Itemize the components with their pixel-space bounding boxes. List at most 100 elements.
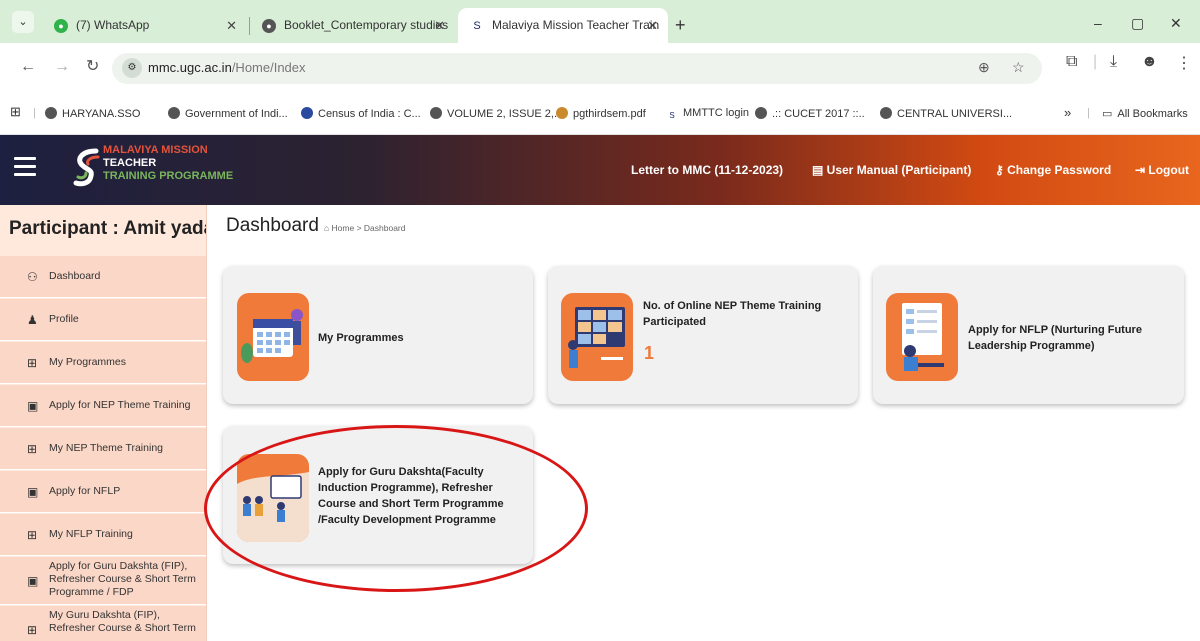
mmttp-logo-icon <box>73 148 100 187</box>
reload-icon[interactable]: ↻ <box>86 55 99 79</box>
card-title: Apply for NFLP (Nurturing Future Leaders… <box>968 324 1142 352</box>
bookmark-item[interactable]: HARYANA.SSO <box>45 107 140 120</box>
grid-icon: ⊞ <box>27 356 38 370</box>
sidebar-item-apply-guru-dakshta[interactable]: ▣ Apply for Guru Dakshta (FIP), Refreshe… <box>0 557 206 605</box>
folder-icon: ▭ <box>1102 108 1113 120</box>
online-training-illustration-icon <box>561 293 633 381</box>
site-info-icon[interactable]: ⚙ <box>122 58 142 78</box>
apps-grid-icon[interactable]: ⊞ <box>10 104 21 120</box>
close-tab-icon[interactable]: ✕ <box>434 8 445 43</box>
profile-avatar-icon[interactable]: ☻ <box>1141 53 1158 71</box>
close-tab-icon[interactable]: ✕ <box>226 8 237 43</box>
tab-whatsapp[interactable]: ● (7) WhatsApp ✕ <box>42 8 247 43</box>
census-icon <box>301 107 313 119</box>
dashboard-icon: ⚇ <box>27 270 38 284</box>
sidebar-item-apply-nep[interactable]: ▣ Apply for NEP Theme Training <box>0 385 206 427</box>
letter-to-mmc-link[interactable]: Letter to MMC (11-12-2023) <box>631 163 783 177</box>
tab-booklet[interactable]: ● Booklet_Contemporary studies ✕ <box>250 8 455 43</box>
toolbar-divider: | <box>1093 53 1098 70</box>
sidebar-item-profile[interactable]: ♟ Profile <box>0 299 206 341</box>
sidebar-item-label: My Guru Dakshta (FIP), Refresher Course … <box>49 609 196 634</box>
zoom-icon[interactable]: ⊕ <box>978 59 990 76</box>
card-apply-nflp[interactable]: Apply for NFLP (Nurturing Future Leaders… <box>873 266 1184 404</box>
globe-icon <box>168 107 180 119</box>
globe-icon <box>755 107 767 119</box>
grid-icon: ⊞ <box>27 442 38 456</box>
address-toolbar: ← → ↻ ⚙ mmc.ugc.ac.in/Home/Index ⊕ ☆ <box>0 43 1200 95</box>
address-bar[interactable]: ⚙ mmc.ugc.ac.in/Home/Index ⊕ ☆ <box>112 53 1042 84</box>
card-title: No. of Online NEP Theme Training Partici… <box>643 300 822 328</box>
bookmark-item[interactable]: VOLUME 2, ISSUE 2,... <box>430 107 563 120</box>
card-title: My Programmes <box>318 332 404 344</box>
sidebar-item-my-nflp[interactable]: ⊞ My NFLP Training <box>0 514 206 556</box>
globe-icon: ● <box>262 18 276 33</box>
sidebar-item-label: Apply for Guru Dakshta (FIP), Refresher … <box>49 560 196 598</box>
sidebar: Participant : Amit yadav ⚇ Dashboard ♟ P… <box>0 205 207 641</box>
forward-icon[interactable]: → <box>54 55 70 79</box>
bookmark-item[interactable]: Census of India : C... <box>301 107 421 120</box>
extensions-icon[interactable]: ⧉ <box>1066 53 1077 71</box>
sidebar-item-label: Dashboard <box>49 270 101 282</box>
sidebar-item-label: Apply for NFLP <box>49 485 121 497</box>
window-close-button[interactable]: ✕ <box>1170 8 1182 38</box>
bookmarks-overflow-button[interactable]: » <box>1064 105 1071 120</box>
user-manual-link[interactable]: ▤ User Manual (Participant) <box>812 163 971 177</box>
close-tab-icon[interactable]: ✕ <box>647 8 658 43</box>
grid-icon: ⊞ <box>27 623 38 637</box>
bookmark-item[interactable]: S MMTTC login <box>666 107 749 122</box>
bookmark-item[interactable]: pgthirdsem.pdf <box>556 107 646 120</box>
bookmark-star-icon[interactable]: ☆ <box>1012 59 1025 76</box>
checklist-illustration-icon <box>886 293 958 381</box>
more-menu-icon[interactable]: ⋮ <box>1176 53 1192 73</box>
bookmarks-bar: ⊞ | HARYANA.SSO Government of Indi... Ce… <box>0 95 1200 135</box>
breadcrumb-separator: > <box>356 223 362 233</box>
bookmark-item[interactable]: CENTRAL UNIVERSI... <box>880 107 1012 120</box>
site-header: MALAVIYA MISSION TEACHER TRAINING PROGRA… <box>0 135 1200 205</box>
breadcrumb: ⌂ Home > Dashboard <box>324 223 406 233</box>
sidebar-item-label: Profile <box>49 313 79 325</box>
sidebar-item-my-programmes[interactable]: ⊞ My Programmes <box>0 342 206 384</box>
breadcrumb-home[interactable]: Home <box>332 223 355 233</box>
card-nep-theme-training[interactable]: No. of Online NEP Theme Training Partici… <box>548 266 858 404</box>
card-title: Apply for Guru Dakshta(Faculty Induction… <box>318 466 504 526</box>
bookmark-item[interactable]: Government of Indi... <box>168 107 288 120</box>
book-icon: ▤ <box>812 163 827 177</box>
form-icon: ▣ <box>27 574 39 588</box>
logout-link[interactable]: ⇥ Logout <box>1135 163 1189 177</box>
change-password-link[interactable]: ⚷ Change Password <box>995 163 1111 177</box>
sidebar-item-apply-nflp[interactable]: ▣ Apply for NFLP <box>0 471 206 513</box>
tab-title: Booklet_Contemporary studies <box>284 18 449 32</box>
key-icon: ⚷ <box>995 163 1008 177</box>
card-my-programmes[interactable]: My Programmes <box>223 266 533 404</box>
tab-malaviya-mission[interactable]: S Malaviya Mission Teacher Train ✕ <box>458 8 668 43</box>
browser-tab-bar: ⌄ ● (7) WhatsApp ✕ ● Booklet_Contemporary … <box>0 0 1200 43</box>
tab-search-chevron-icon[interactable]: ⌄ <box>12 11 34 33</box>
breadcrumb-current: Dashboard <box>363 223 406 233</box>
url-text[interactable]: mmc.ugc.ac.in/Home/Index <box>148 60 306 75</box>
new-tab-button[interactable]: + <box>675 8 686 43</box>
form-icon: ▣ <box>27 399 39 413</box>
sidebar-item-my-nep[interactable]: ⊞ My NEP Theme Training <box>0 428 206 470</box>
home-icon: ⌂ <box>324 223 332 233</box>
minimize-button[interactable]: – <box>1094 8 1102 38</box>
sidebar-item-dashboard[interactable]: ⚇ Dashboard <box>0 256 206 298</box>
grid-icon: ⊞ <box>27 528 38 542</box>
mmttp-favicon-icon: S <box>470 18 484 33</box>
bookmark-item[interactable]: .:: CUCET 2017 ::.. <box>755 107 865 120</box>
logout-icon: ⇥ <box>1135 163 1149 177</box>
back-icon[interactable]: ← <box>20 55 36 79</box>
sidebar-item-label: My NEP Theme Training <box>49 442 163 454</box>
globe-icon <box>430 107 442 119</box>
card-apply-guru-dakshta[interactable]: Apply for Guru Dakshta(Faculty Induction… <box>223 426 533 564</box>
restore-button[interactable]: ▢ <box>1131 8 1144 38</box>
hamburger-menu-icon[interactable] <box>14 157 36 177</box>
globe-icon <box>45 107 57 119</box>
logo-wordmark: MALAVIYA MISSION TEACHER TRAINING PROGRA… <box>103 144 234 182</box>
download-icon[interactable]: ⤓ <box>1110 53 1117 71</box>
url-path: /Home/Index <box>231 60 306 75</box>
sidebar-item-my-guru-dakshta[interactable]: ⊞ My Guru Dakshta (FIP), Refresher Cours… <box>0 606 206 641</box>
mmttp-favicon-icon: S <box>666 110 678 122</box>
classroom-illustration-icon <box>237 454 309 542</box>
all-bookmarks-button[interactable]: ▭ All Bookmarks <box>1102 107 1188 120</box>
tab-title: (7) WhatsApp <box>76 18 150 32</box>
